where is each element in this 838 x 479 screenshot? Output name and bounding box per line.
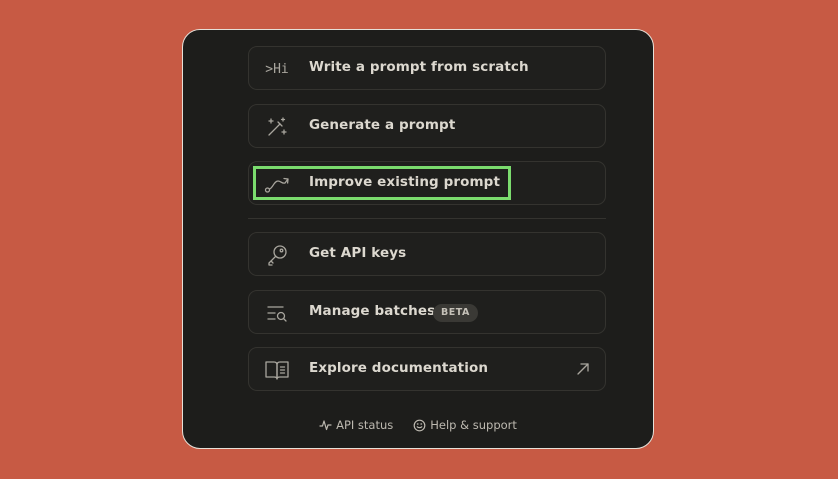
- key-icon: [264, 243, 290, 267]
- external-arrow-icon: [575, 361, 591, 377]
- generate-prompt-label: Generate a prompt: [309, 117, 456, 133]
- help-support-link[interactable]: Help & support: [413, 418, 517, 432]
- api-status-link[interactable]: API status: [319, 418, 393, 432]
- help-support-label: Help & support: [430, 418, 517, 432]
- list-search-icon: [264, 301, 290, 325]
- start-menu-card: >Hi Write a prompt from scratch Generate…: [182, 29, 654, 449]
- magic-wand-icon: [264, 115, 290, 139]
- manage-batches-button[interactable]: Manage batches BETA: [248, 290, 606, 334]
- terminal-hi-icon: >Hi: [265, 61, 289, 77]
- pulse-icon: [319, 419, 332, 431]
- get-api-keys-label: Get API keys: [309, 245, 407, 261]
- manage-batches-label: Manage batches: [309, 303, 436, 319]
- api-status-label: API status: [336, 418, 394, 432]
- footer-links: API status Help & support: [183, 418, 653, 432]
- improve-prompt-label: Improve existing prompt: [309, 174, 501, 190]
- get-api-keys-button[interactable]: Get API keys: [248, 232, 606, 276]
- curve-arrow-icon: [264, 172, 290, 196]
- menu-divider: [248, 218, 606, 219]
- help-smile-icon: [413, 419, 426, 432]
- generate-prompt-button[interactable]: Generate a prompt: [248, 104, 606, 148]
- beta-badge: BETA: [433, 304, 478, 322]
- explore-documentation-label: Explore documentation: [309, 360, 489, 376]
- write-prompt-button[interactable]: >Hi Write a prompt from scratch: [248, 46, 606, 90]
- explore-documentation-button[interactable]: Explore documentation: [248, 347, 606, 391]
- write-prompt-label: Write a prompt from scratch: [309, 59, 529, 75]
- improve-prompt-button[interactable]: Improve existing prompt: [248, 161, 606, 205]
- book-icon: [264, 358, 290, 382]
